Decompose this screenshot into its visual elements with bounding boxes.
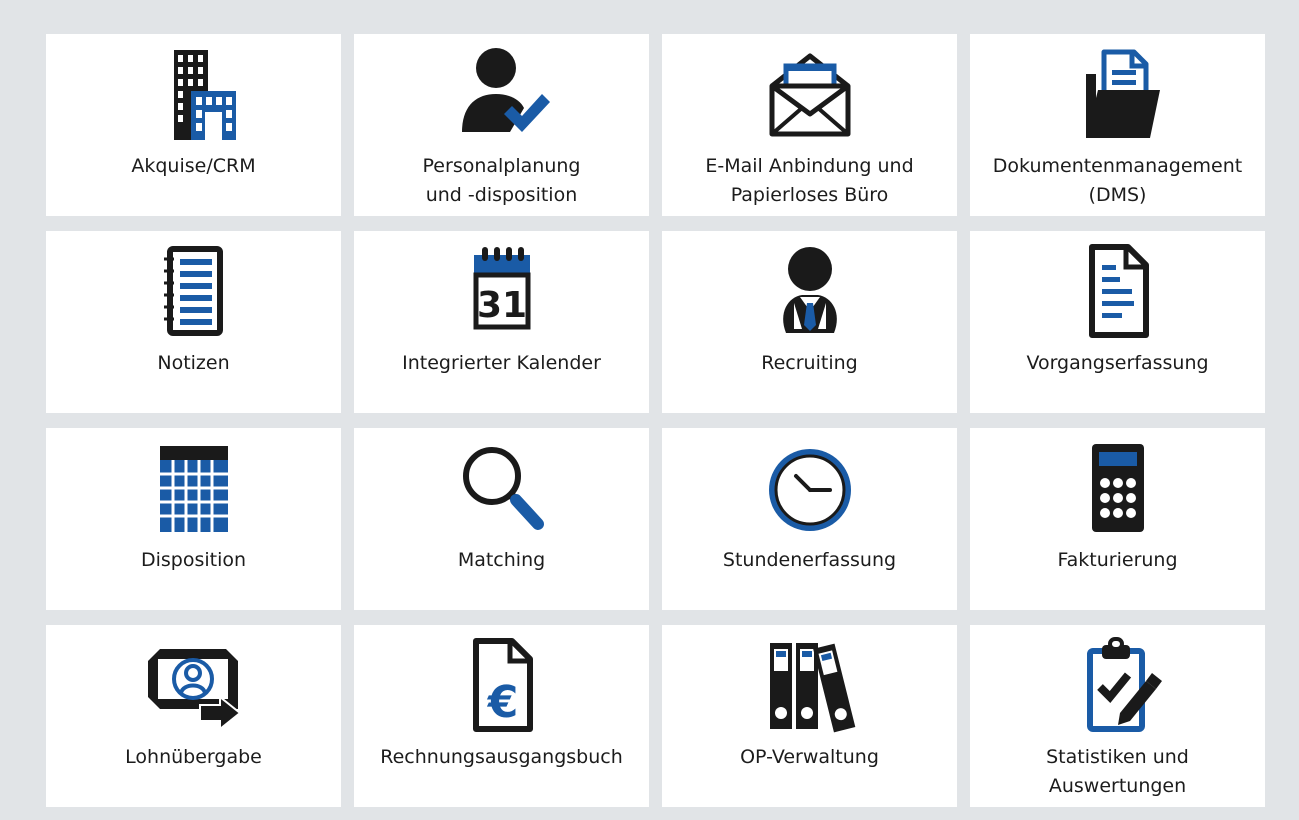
svg-text:€: € xyxy=(486,677,518,728)
clipboard-check-icon xyxy=(1066,635,1170,735)
tile-label: Personalplanung und -disposition xyxy=(422,155,581,206)
svg-text:31: 31 xyxy=(476,285,526,326)
tile-label: Integrierter Kalender xyxy=(402,352,601,374)
tile-label: Notizen xyxy=(157,352,230,374)
tile-label: Recruiting xyxy=(761,352,858,374)
tile-label: Matching xyxy=(457,549,546,571)
calculator-icon xyxy=(1066,438,1170,538)
binders-icon xyxy=(758,635,862,735)
tile-label: Statistiken und Auswertungen xyxy=(1046,746,1189,797)
buildings-icon xyxy=(142,44,246,144)
tile-notizen[interactable]: Notizen xyxy=(46,231,341,413)
tile-matching[interactable]: Matching xyxy=(354,428,649,610)
person-check-icon xyxy=(450,44,554,144)
payroll-transfer-icon xyxy=(142,635,246,735)
tile-fakturierung[interactable]: Fakturierung xyxy=(970,428,1265,610)
tile-akquise-crm[interactable]: Akquise/CRM xyxy=(46,34,341,216)
module-grid: Akquise/CRM Personalplanung und -disposi… xyxy=(46,34,1265,807)
grid-table-icon xyxy=(142,438,246,538)
tile-label: OP-Verwaltung xyxy=(740,746,879,768)
tile-label: E-Mail Anbindung und Papierloses Büro xyxy=(705,155,914,206)
tile-email[interactable]: E-Mail Anbindung und Papierloses Büro xyxy=(662,34,957,216)
calendar-icon: 31 xyxy=(450,241,554,341)
tile-personalplanung[interactable]: Personalplanung und -disposition xyxy=(354,34,649,216)
tile-kalender[interactable]: 31 Integrierter Kalender xyxy=(354,231,649,413)
businessman-icon xyxy=(758,241,862,341)
tile-label: Vorgangserfassung xyxy=(1026,352,1209,374)
tile-stundenerfassung[interactable]: Stundenerfassung xyxy=(662,428,957,610)
tile-statistiken[interactable]: Statistiken und Auswertungen xyxy=(970,625,1265,807)
open-envelope-icon xyxy=(758,44,862,144)
tile-label: Stundenerfassung xyxy=(722,549,897,571)
tile-disposition[interactable]: Disposition xyxy=(46,428,341,610)
tile-label: Akquise/CRM xyxy=(131,155,256,177)
clock-icon xyxy=(758,438,862,538)
tile-lohnuebergabe[interactable]: Lohnübergabe xyxy=(46,625,341,807)
tile-recruiting[interactable]: Recruiting xyxy=(662,231,957,413)
tile-label: Rechnungsausgangsbuch xyxy=(380,746,623,768)
euro-document-icon: € xyxy=(450,635,554,735)
tile-op-verwaltung[interactable]: OP-Verwaltung xyxy=(662,625,957,807)
tile-dms[interactable]: Dokumentenmanagement (DMS) xyxy=(970,34,1265,216)
magnifier-icon xyxy=(450,438,554,538)
tile-label: Lohnübergabe xyxy=(125,746,262,768)
tile-label: Disposition xyxy=(140,549,247,571)
document-lines-icon xyxy=(1066,241,1170,341)
tile-label: Dokumentenmanagement (DMS) xyxy=(992,155,1243,206)
tile-label: Fakturierung xyxy=(1057,549,1178,571)
document-folder-icon xyxy=(1066,44,1170,144)
tile-rechnungsausgangsbuch[interactable]: € Rechnungsausgangsbuch xyxy=(354,625,649,807)
tile-vorgangserfassung[interactable]: Vorgangserfassung xyxy=(970,231,1265,413)
notepad-icon xyxy=(142,241,246,341)
